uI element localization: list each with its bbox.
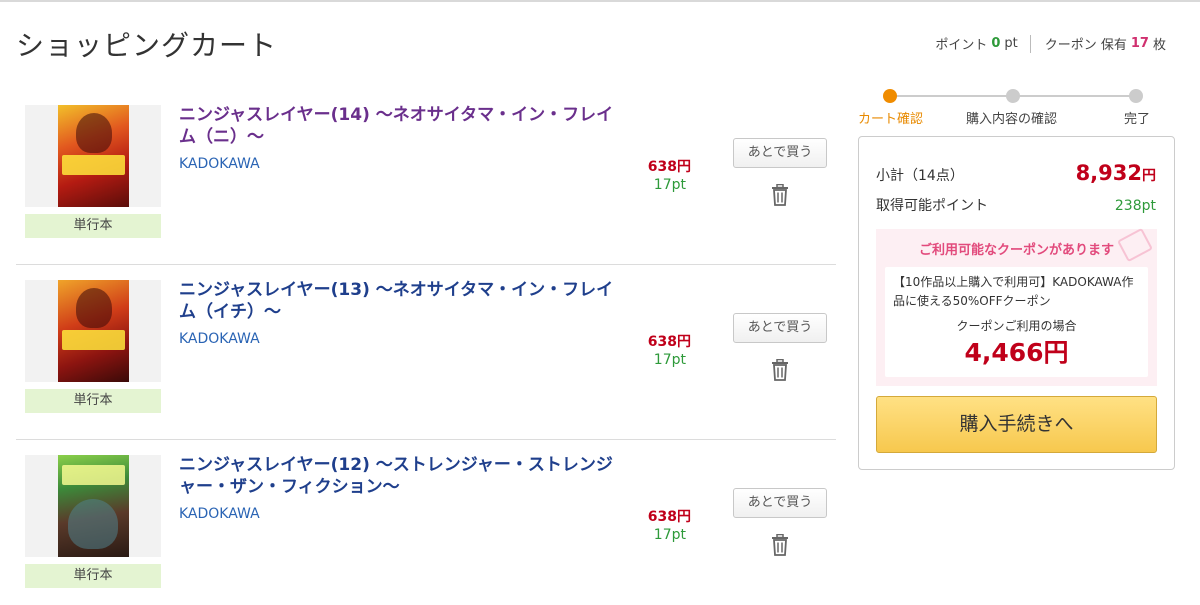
step-label-complete: 完了 [1124, 112, 1151, 127]
item-title-link[interactable]: ニンジャスレイヤー(13) ～ネオサイタマ・イン・フレイム（イチ）～ [179, 279, 619, 323]
item-price: 638円 [647, 509, 691, 525]
coupon-price: 4,466円 [964, 338, 1069, 367]
book-cover-image[interactable] [57, 105, 129, 207]
coupon-count[interactable]: 17 [1131, 36, 1149, 51]
trash-icon[interactable] [770, 534, 790, 556]
order-summary: 小計（14点） 8,932円 取得可能ポイント 238pt ご利用可能なクーポン… [858, 136, 1175, 470]
step-dot-icon [1129, 89, 1143, 103]
coupon-pointer [1009, 377, 1025, 386]
trash-icon[interactable] [770, 359, 790, 381]
coupon-unit: 枚 [1152, 38, 1166, 53]
format-badge: 単行本 [25, 564, 161, 588]
trash-icon[interactable] [770, 184, 790, 206]
checkout-steps: カート確認 購入内容の確認 完了 [858, 86, 1158, 127]
item-points: 17pt [653, 352, 686, 368]
publisher-link[interactable]: KADOKAWA [179, 156, 260, 172]
publisher-link[interactable]: KADOKAWA [179, 506, 260, 522]
book-cover-image[interactable] [57, 455, 129, 557]
item-price: 638円 [647, 159, 691, 175]
coupon-panel[interactable]: ご利用可能なクーポンがあります 【10作品以上購入で利用可】KADOKAWA作品… [876, 227, 1157, 386]
subtotal-label: 小計（14点） [876, 168, 964, 184]
book-cover-frame[interactable] [25, 105, 161, 207]
coupon-card[interactable]: 【10作品以上購入で利用可】KADOKAWA作品に使える50%OFFクーポン ク… [885, 267, 1148, 377]
step-label-confirm: 購入内容の確認 [966, 112, 1058, 127]
header-separator [1029, 34, 1031, 53]
publisher-link[interactable]: KADOKAWA [179, 331, 260, 347]
cart-item-list: 単行本 ニンジャスレイヤー(14) ～ネオサイタマ・イン・フレイム（ニ）～ KA… [16, 90, 836, 605]
item-points: 17pt [653, 527, 686, 543]
points-label: ポイント [935, 38, 988, 53]
coupon-heading: ご利用可能なクーポンがあります [918, 243, 1114, 258]
item-title-link[interactable]: ニンジャスレイヤー(14) ～ネオサイタマ・イン・フレイム（ニ）～ [179, 104, 619, 148]
book-cover-image[interactable] [57, 280, 129, 382]
cart-item: 単行本 ニンジャスレイヤー(14) ～ネオサイタマ・イン・フレイム（ニ）～ KA… [16, 90, 836, 265]
cart-item: 単行本 ニンジャスレイヤー(13) ～ネオサイタマ・イン・フレイム（イチ）～ K… [16, 265, 836, 440]
page-title: ショッピングカート [16, 29, 278, 62]
format-badge: 単行本 [25, 214, 161, 238]
earnable-points-label: 取得可能ポイント [876, 198, 988, 214]
subtotal-row: 小計（14点） 8,932円 [876, 161, 1156, 185]
cart-item: 単行本 ニンジャスレイヤー(12) ～ストレンジャー・ストレンジャー・ザン・フィ… [16, 440, 836, 605]
book-cover-frame[interactable] [25, 455, 161, 557]
subtotal-value: 8,932円 [1075, 161, 1156, 185]
buy-later-button[interactable]: あとで買う [733, 313, 827, 343]
step-label-cart: カート確認 [858, 112, 924, 127]
coupon-description: 【10作品以上購入で利用可】KADOKAWA作品に使える50%OFFクーポン [893, 275, 1134, 308]
header-stats: ポイント 0 pt クーポン 保有 17 枚 [935, 34, 1166, 53]
checkout-button[interactable]: 購入手続きへ [876, 396, 1157, 453]
buy-later-button[interactable]: あとで買う [733, 138, 827, 168]
step-dot-icon [1006, 89, 1020, 103]
step-dot-icon [883, 89, 897, 103]
item-price: 638円 [647, 334, 691, 350]
top-divider [0, 0, 1200, 2]
coupon-label[interactable]: クーポン 保有 [1045, 34, 1127, 53]
item-points: 17pt [653, 177, 686, 193]
points-value: 0 [991, 36, 1001, 51]
buy-later-button[interactable]: あとで買う [733, 488, 827, 518]
book-cover-frame[interactable] [25, 280, 161, 382]
item-title-link[interactable]: ニンジャスレイヤー(12) ～ストレンジャー・ストレンジャー・ザン・フィクション… [179, 454, 619, 498]
earnable-points-row: 取得可能ポイント 238pt [876, 195, 1156, 215]
format-badge: 単行本 [25, 389, 161, 413]
points-unit: pt [1004, 36, 1018, 51]
coupon-when-label: クーポンご利用の場合 [956, 319, 1077, 333]
earnable-points-value: 238pt [1114, 198, 1156, 214]
